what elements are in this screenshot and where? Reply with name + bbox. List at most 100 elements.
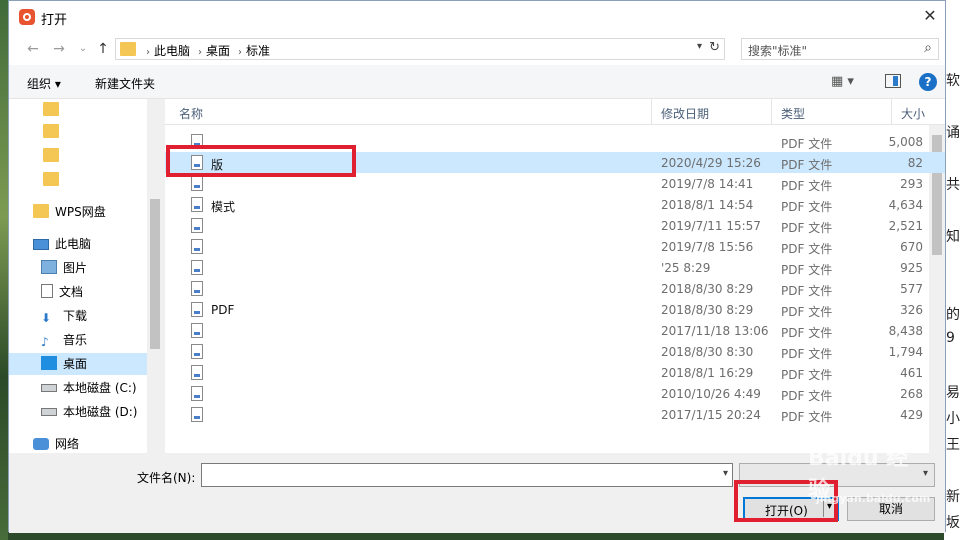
- file-type: PDF 文件: [781, 410, 833, 424]
- watermark-url: jingyan.baidu.com: [816, 492, 931, 505]
- help-button[interactable]: ?: [919, 73, 937, 91]
- sidebar-item-label: 此电脑: [55, 237, 92, 251]
- change-view-button[interactable]: ▦ ▾: [831, 74, 854, 89]
- background-text: 易: [946, 385, 960, 401]
- file-row[interactable]: 2018/8/30 8:29 PDF 文件 577: [165, 278, 945, 299]
- open-file-dialog: 打开 ✕ ← → ⌄ ↑ › 此电脑 › 桌面 › 标准 ▾ ↻ 搜索"标准" ⌕ 组织 …: [8, 0, 946, 533]
- pdf-file-icon: [191, 407, 203, 422]
- bottom-bar: 文件名(N): ▾ ▾ 打开(O) ▾ 取消: [9, 453, 945, 533]
- file-name: 版: [211, 158, 224, 172]
- sidebar-item[interactable]: ♪ 音乐: [41, 329, 87, 351]
- file-type: PDF 文件: [781, 179, 833, 193]
- sidebar-item[interactable]: 本地磁盘 (D:): [41, 401, 137, 423]
- background-text: 9: [946, 330, 955, 346]
- file-row[interactable]: PDF 2018/8/30 8:29 PDF 文件 326: [165, 299, 945, 320]
- column-divider[interactable]: [651, 99, 652, 125]
- file-row[interactable]: PDF 文件 5,008: [165, 131, 945, 152]
- sidebar-item[interactable]: [43, 121, 65, 143]
- sidebar-item[interactable]: ⬇ 下载: [41, 305, 87, 327]
- sidebar-item[interactable]: [43, 145, 65, 167]
- column-size[interactable]: 大小: [901, 105, 925, 122]
- address-dropdown[interactable]: ▾: [697, 41, 702, 52]
- preview-pane-button[interactable]: [885, 74, 901, 88]
- file-size: 461: [900, 366, 923, 380]
- file-type: PDF 文件: [781, 158, 833, 172]
- column-date[interactable]: 修改日期: [661, 105, 709, 122]
- title-bar: 打开 ✕: [9, 1, 945, 33]
- background-document: 软诵共知的 9 易小王新坂: [944, 0, 960, 540]
- file-row[interactable]: 模式 2018/8/1 14:54 PDF 文件 4,634: [165, 194, 945, 215]
- column-type[interactable]: 类型: [781, 105, 805, 122]
- file-row[interactable]: 2017/11/18 13:06 PDF 文件 8,438: [165, 320, 945, 341]
- column-divider[interactable]: [891, 99, 892, 125]
- chevron-right-icon[interactable]: ›: [238, 47, 242, 58]
- file-row[interactable]: 2010/10/26 4:49 PDF 文件 268: [165, 383, 945, 404]
- up-button[interactable]: ↑: [93, 39, 113, 59]
- file-type: PDF 文件: [781, 284, 833, 298]
- file-date: 2020/4/29 15:26: [661, 156, 761, 170]
- sidebar-item[interactable]: 桌面: [9, 353, 147, 375]
- breadcrumb: › 此电脑 › 桌面 › 标准: [142, 42, 274, 59]
- refresh-button[interactable]: ↻: [709, 40, 720, 55]
- file-list: 名称 ^ 修改日期 类型 大小 PDF 文件 5,008 版 2020/4/29 15…: [165, 99, 945, 453]
- search-input[interactable]: 搜索"标准" ⌕: [741, 38, 939, 60]
- new-folder-button[interactable]: 新建文件夹: [95, 75, 155, 92]
- recent-locations-dropdown[interactable]: ⌄: [73, 39, 93, 59]
- folder-icon: [43, 148, 59, 162]
- background-text: 共: [946, 177, 960, 193]
- filename-input[interactable]: ▾: [201, 463, 733, 487]
- open-button-label: 打开(O): [765, 504, 808, 518]
- breadcrumb-desktop[interactable]: 桌面: [206, 44, 230, 58]
- pdf-file-icon: [191, 176, 203, 191]
- sidebar-item[interactable]: WPS网盘: [33, 201, 106, 223]
- sidebar-item-label: 图片: [63, 261, 88, 275]
- sidebar-item[interactable]: 图片: [41, 257, 87, 279]
- pdf-file-icon: [191, 302, 203, 317]
- file-row[interactable]: 2019/7/11 15:57 PDF 文件 2,521: [165, 215, 945, 236]
- chevron-right-icon[interactable]: ›: [198, 47, 202, 58]
- sidebar-item[interactable]: 此电脑: [33, 233, 91, 255]
- scrollbar-thumb[interactable]: [150, 199, 160, 349]
- chevron-down-icon[interactable]: ▾: [723, 468, 728, 479]
- column-name[interactable]: 名称: [179, 105, 203, 122]
- breadcrumb-this-pc[interactable]: 此电脑: [154, 44, 190, 58]
- forward-button[interactable]: →: [49, 39, 69, 59]
- sidebar-item[interactable]: 网络: [33, 433, 79, 453]
- address-bar[interactable]: › 此电脑 › 桌面 › 标准 ▾ ↻: [115, 38, 725, 60]
- organize-menu[interactable]: 组织 ▾: [27, 75, 61, 92]
- file-row[interactable]: 2018/8/1 16:29 PDF 文件 461: [165, 362, 945, 383]
- file-row[interactable]: 2019/7/8 15:56 PDF 文件 670: [165, 236, 945, 257]
- sidebar-scrollbar[interactable]: [147, 99, 163, 453]
- back-button[interactable]: ←: [23, 39, 43, 59]
- background-text: 新: [946, 489, 960, 505]
- sidebar-item[interactable]: 文档: [41, 281, 83, 303]
- background-text: 坂: [946, 515, 960, 531]
- file-type: PDF 文件: [781, 263, 833, 277]
- sort-indicator-icon: ^: [397, 99, 406, 106]
- breadcrumb-standard[interactable]: 标准: [246, 44, 270, 58]
- file-date: 2018/8/1 16:29: [661, 366, 754, 380]
- file-size: 2,521: [888, 219, 923, 233]
- sidebar-item[interactable]: [43, 99, 65, 121]
- column-divider[interactable]: [771, 99, 772, 125]
- pdf-file-icon: [191, 134, 203, 149]
- filename-label: 文件名(N):: [137, 471, 196, 485]
- background-text: 小: [946, 411, 960, 427]
- pdf-file-icon: [191, 281, 203, 296]
- navigation-bar: ← → ⌄ ↑ › 此电脑 › 桌面 › 标准 ▾ ↻ 搜索"标准" ⌕: [9, 33, 945, 65]
- music-icon: ♪: [41, 335, 49, 349]
- file-row[interactable]: '25 8:29 PDF 文件 925: [165, 257, 945, 278]
- sidebar-item-label: 音乐: [63, 333, 88, 347]
- sidebar-item[interactable]: 本地磁盘 (C:): [41, 377, 137, 399]
- sidebar-item[interactable]: [43, 169, 65, 191]
- file-row[interactable]: 2019/7/8 14:41 PDF 文件 293: [165, 173, 945, 194]
- dialog-title: 打开: [41, 13, 68, 28]
- close-button[interactable]: ✕: [915, 1, 945, 31]
- file-row[interactable]: 2017/1/15 20:24 PDF 文件 429: [165, 404, 945, 425]
- file-row[interactable]: 版 2020/4/29 15:26 PDF 文件 82: [165, 152, 945, 173]
- file-size: 577: [900, 282, 923, 296]
- pdf-file-icon: [191, 365, 203, 380]
- file-type: PDF 文件: [781, 305, 833, 319]
- file-date: 2018/8/1 14:54: [661, 198, 754, 212]
- file-row[interactable]: 2018/8/30 8:30 PDF 文件 1,794: [165, 341, 945, 362]
